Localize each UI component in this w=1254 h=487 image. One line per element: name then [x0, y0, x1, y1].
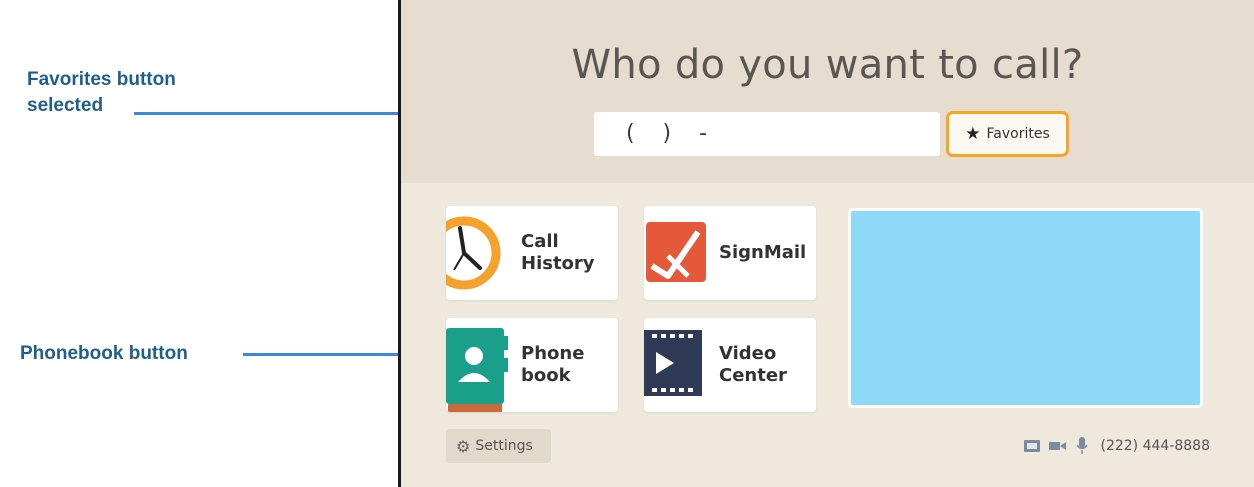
own-phone-number: (222) 444-8888 [1100, 438, 1211, 454]
signmail-button[interactable]: SignMail [644, 206, 816, 300]
phonebook-label: Phone book [521, 343, 585, 386]
video-center-icon [644, 330, 702, 396]
signmail-label: SignMail [719, 242, 807, 263]
favorites-label: Favorites [986, 126, 1050, 142]
clock-icon [446, 216, 501, 290]
video-preview [848, 208, 1203, 408]
video-center-label: Video Center [719, 343, 787, 386]
dial-header: Who do you want to call? ( ) - ★ Favorit… [401, 0, 1254, 183]
phonebook-arrow-line [243, 353, 399, 356]
phonebook-icon [446, 328, 508, 412]
favorites-button[interactable]: ★ Favorites [946, 111, 1069, 157]
call-screen: Who do you want to call? ( ) - ★ Favorit… [398, 0, 1254, 487]
phone-number-input[interactable]: ( ) - [594, 112, 940, 156]
page-title: Who do you want to call? [571, 42, 1084, 88]
settings-button[interactable]: ⚙ Settings [446, 429, 551, 463]
settings-label: Settings [475, 438, 533, 454]
call-history-button[interactable]: Call History [446, 206, 618, 300]
network-icon [1023, 440, 1040, 452]
call-history-label: Call History [521, 231, 595, 274]
microphone-icon [1075, 437, 1088, 454]
status-bar: (222) 444-8888 [1023, 437, 1211, 455]
phonebook-button[interactable]: Phone book [446, 318, 618, 412]
gear-icon: ⚙ [456, 436, 471, 456]
video-camera-icon [1048, 442, 1066, 450]
video-center-button[interactable]: Video Center [644, 318, 816, 412]
signmail-icon [646, 222, 706, 282]
star-icon: ★ [965, 124, 981, 144]
phonebook-callout: Phonebook button [20, 343, 188, 364]
